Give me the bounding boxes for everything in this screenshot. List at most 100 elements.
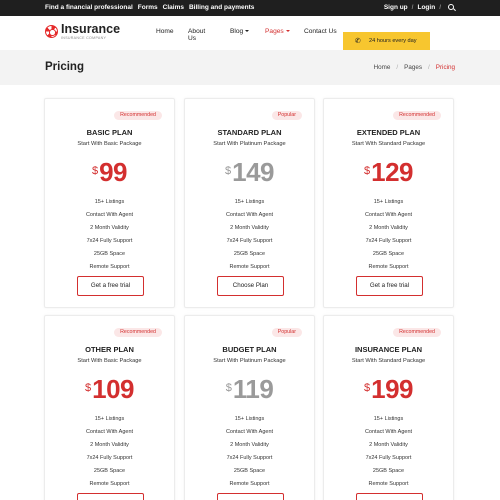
free-trial-button[interactable]: Get a free trial [77,276,144,296]
page-header: Pricing Home / Pages / Pricing [0,50,500,85]
plan-price: $199 [324,374,453,405]
feature-item: 25GB Space [372,251,405,257]
feature-item: 2 Month Validity [90,442,129,448]
currency-symbol: $ [225,382,232,394]
feature-list: 15+ Listings Contact With Agent 2 Month … [45,413,174,491]
feature-item: 15+ Listings [234,199,265,205]
feature-item: 2 Month Validity [230,225,269,231]
currency-symbol: $ [91,165,99,177]
breadcrumb: Home / Pages / Pricing [374,64,455,71]
link-forms[interactable]: Forms [138,4,158,11]
feature-item: 15+ Listings [94,416,125,422]
nav-pages[interactable]: Pages [265,28,290,35]
nav-contact[interactable]: Contact Us [304,28,337,35]
price-amount: 129 [371,157,413,187]
popular-badge: Popular [271,111,302,120]
plan-name: BUDGET PLAN [222,345,277,354]
feature-item: Contact With Agent [85,212,134,218]
chevron-down-icon [285,30,290,33]
plan-price: $109 [45,374,174,405]
feature-item: Remote Support [368,264,409,270]
plan-subtitle: Start With Basic Package [77,141,142,147]
plan-name: EXTENDED PLAN [356,128,421,137]
plan-subtitle: Start With Platinum Package [213,141,286,147]
plan-button[interactable] [217,493,284,500]
plan-button[interactable] [356,493,423,500]
pricing-card-budget: Popular BUDGET PLAN Start With Platinum … [184,315,315,500]
account-links: Sign up / Login / [384,4,455,11]
breadcrumb-current: Pricing [435,64,455,71]
feature-list: 15+ Listings Contact With Agent 2 Month … [324,413,453,491]
feature-item: Remote Support [89,264,130,270]
feature-item: 25GB Space [233,468,266,474]
feature-item: 15+ Listings [94,199,125,205]
plan-subtitle: Start With Standard Package [351,141,426,147]
price-amount: 99 [99,157,128,187]
feature-item: Contact With Agent [364,429,413,435]
feature-item: 7x24 Fully Support [226,238,273,244]
price-amount: 109 [92,374,134,404]
plan-subtitle: Start With Standard Package [351,358,426,364]
plan-name: BASIC PLAN [86,128,133,137]
signup-link[interactable]: Sign up [384,4,408,11]
search-icon[interactable] [448,4,455,11]
feature-item: 2 Month Validity [369,442,408,448]
feature-item: Contact With Agent [364,212,413,218]
pricing-card-standard: Popular STANDARD PLAN Start With Platinu… [184,98,315,308]
breadcrumb-separator: / [396,64,399,71]
choose-plan-button[interactable]: Choose Plan [217,276,284,296]
feature-item: Remote Support [229,481,270,487]
nav-home[interactable]: Home [156,28,174,35]
feature-item: 2 Month Validity [230,442,269,448]
recommended-badge: Recommended [114,111,162,120]
free-trial-button[interactable]: Get a free trial [356,276,423,296]
plan-price: $149 [185,157,314,188]
chevron-down-icon [245,30,250,33]
pricing-card-insurance: Recommended INSURANCE PLAN Start With St… [323,315,454,500]
breadcrumb-pages[interactable]: Pages [404,64,422,71]
feature-item: 25GB Space [233,251,266,257]
nav-about[interactable]: About Us [188,28,205,42]
feature-item: Remote Support [368,481,409,487]
phone-icon: ✆ [355,38,361,45]
feature-item: 15+ Listings [373,416,404,422]
plan-subtitle: Start With Platinum Package [213,358,286,364]
price-amount: 199 [371,374,413,404]
login-link[interactable]: Login [417,4,435,11]
feature-item: 15+ Listings [373,199,404,205]
lifebuoy-icon [45,25,58,39]
feature-item: 7x24 Fully Support [86,455,133,461]
feature-item: Contact With Agent [225,212,274,218]
currency-symbol: $ [363,382,371,394]
price-amount: 149 [232,157,274,187]
logo[interactable]: Insurance INSURANCE COMPANY [45,23,120,40]
breadcrumb-separator: / [428,64,430,71]
feature-item: 7x24 Fully Support [365,238,412,244]
link-billing[interactable]: Billing and payments [189,4,254,11]
plan-price: $129 [324,157,453,188]
feature-item: 25GB Space [93,468,126,474]
breadcrumb-home[interactable]: Home [374,64,391,71]
currency-symbol: $ [224,165,232,177]
nav-pages-label: Pages [265,28,284,35]
plan-button[interactable] [77,493,144,500]
pricing-card-basic: Recommended BASIC PLAN Start With Basic … [44,98,175,308]
currency-symbol: $ [84,382,92,394]
separator: / [439,4,441,11]
feature-list: 15+ Listings Contact With Agent 2 Month … [185,196,314,274]
plan-name: OTHER PLAN [85,345,134,354]
feature-item: Contact With Agent [85,429,134,435]
feature-item: 7x24 Fully Support [226,455,273,461]
logo-subtitle: INSURANCE COMPANY [61,35,107,40]
plan-name: STANDARD PLAN [217,128,282,137]
plan-name: INSURANCE PLAN [354,345,423,354]
nav-blog[interactable]: Blog [230,28,250,35]
logo-name: Insurance [61,22,121,36]
top-links: Find a financial professional Forms Clai… [45,4,254,11]
link-claims[interactable]: Claims [163,4,184,11]
pricing-card-other: Recommended OTHER PLAN Start With Basic … [44,315,175,500]
feature-item: 7x24 Fully Support [86,238,133,244]
link-find-professional[interactable]: Find a financial professional [45,4,133,11]
page-title: Pricing [45,61,84,73]
feature-item: 2 Month Validity [90,225,129,231]
